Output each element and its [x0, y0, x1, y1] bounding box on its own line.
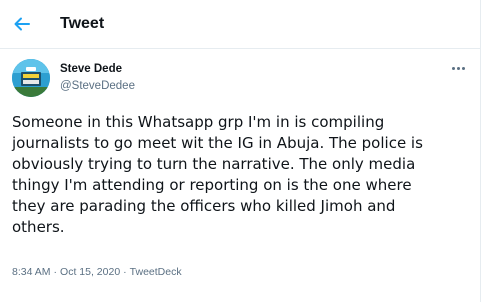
more-options-icon [457, 67, 460, 70]
back-button[interactable] [10, 12, 34, 36]
tweet-source[interactable]: TweetDeck [130, 266, 182, 278]
author-handle[interactable]: @SteveDedee [60, 79, 135, 93]
tweet-time[interactable]: 8:34 AM [12, 266, 51, 278]
more-options-icon [452, 67, 455, 70]
tweet-page: Tweet Steve Dede @SteveDedee Someone in … [0, 0, 481, 302]
arrow-left-icon [14, 17, 30, 31]
tweet-date[interactable]: Oct 15, 2020 [60, 266, 120, 278]
page-title: Tweet [60, 15, 105, 32]
meta-separator: · [123, 266, 127, 278]
avatar-image [12, 59, 50, 97]
avatar[interactable] [12, 59, 50, 97]
more-options-icon [462, 67, 465, 70]
author-name[interactable]: Steve Dede [60, 62, 122, 76]
page-header: Tweet [0, 0, 480, 49]
tweet-meta: 8:34 AM · Oct 15, 2020 · TweetDeck [12, 265, 182, 279]
meta-separator: · [53, 266, 58, 278]
more-options-button[interactable] [448, 62, 470, 76]
tweet-text: Someone in this Whatsapp grp I'm in is c… [12, 113, 423, 236]
